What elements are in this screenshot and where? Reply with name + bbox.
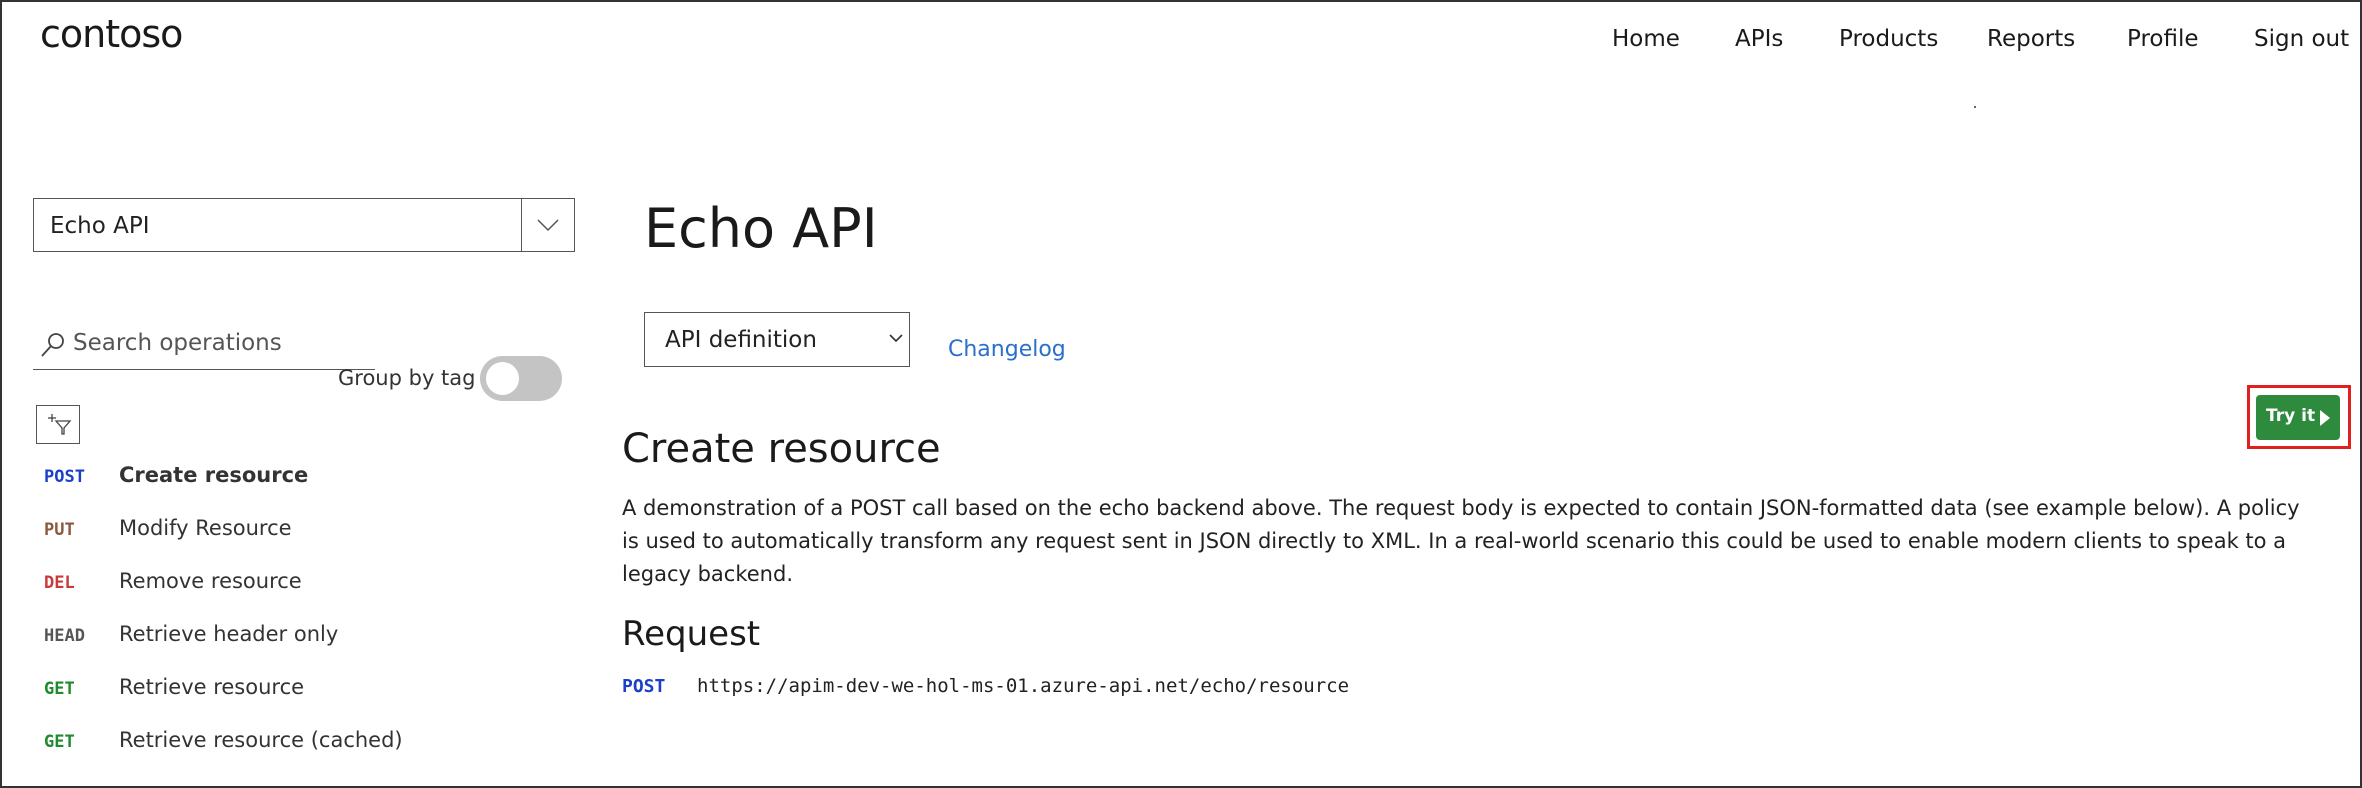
operation-method: GET (44, 679, 75, 699)
nav-reports[interactable]: Reports (1987, 26, 2075, 52)
filter-add-icon (48, 414, 72, 435)
chevron-down-icon (889, 334, 903, 343)
nav-profile[interactable]: Profile (2127, 26, 2199, 52)
nav-home[interactable]: Home (1612, 26, 1680, 52)
request-heading: Request (622, 614, 761, 654)
page-title: Echo API (644, 197, 878, 260)
operation-item[interactable] (32, 563, 572, 603)
api-definition-value: API definition (665, 327, 817, 353)
operation-name: Retrieve resource (119, 675, 305, 699)
operation-name: Retrieve header only (119, 622, 339, 646)
search-operations-input[interactable]: Search operations (33, 323, 375, 370)
search-placeholder: Search operations (73, 330, 282, 356)
api-definition-select[interactable]: API definition (644, 312, 910, 367)
operation-method: GET (44, 732, 75, 752)
nav-sign-out[interactable]: Sign out (2254, 26, 2349, 52)
operation-method: DEL (44, 573, 75, 593)
request-method: POST (622, 676, 666, 697)
toggle-knob (486, 362, 519, 395)
group-by-tag-toggle[interactable] (480, 356, 562, 401)
operation-name: Remove resource (119, 569, 302, 593)
search-icon (41, 333, 64, 357)
nav-products[interactable]: Products (1839, 26, 1938, 52)
operation-item[interactable] (32, 510, 572, 550)
try-it-label: Try it (2266, 406, 2316, 426)
operation-name: Modify Resource (119, 516, 292, 540)
try-it-button[interactable]: Try it (2256, 395, 2340, 440)
api-select-dropdown[interactable]: Echo API (33, 198, 575, 252)
api-select-value: Echo API (50, 213, 150, 239)
operation-name: Create resource (119, 463, 309, 487)
group-by-tag-label: Group by tag (338, 366, 476, 390)
operation-method: PUT (44, 520, 75, 540)
add-filter-button[interactable] (36, 405, 80, 444)
changelog-link[interactable]: Changelog (948, 337, 1066, 362)
operation-name: Retrieve resource (cached) (119, 728, 403, 752)
request-url: https://apim-dev-we-hol-ms-01.azure-api.… (697, 675, 1350, 697)
operation-description: A demonstration of a POST call based on … (622, 496, 2300, 586)
operation-method: HEAD (44, 626, 85, 646)
contoso-logo[interactable]: contoso (40, 12, 183, 56)
chevron-down-icon (537, 219, 559, 232)
operation-title: Create resource (622, 426, 941, 472)
play-arrow-icon (2320, 410, 2330, 426)
operation-method: POST (44, 467, 85, 487)
nav-apis[interactable]: APIs (1735, 26, 1783, 52)
decorative-dot (1974, 106, 1976, 108)
api-select-toggle[interactable] (521, 199, 574, 251)
